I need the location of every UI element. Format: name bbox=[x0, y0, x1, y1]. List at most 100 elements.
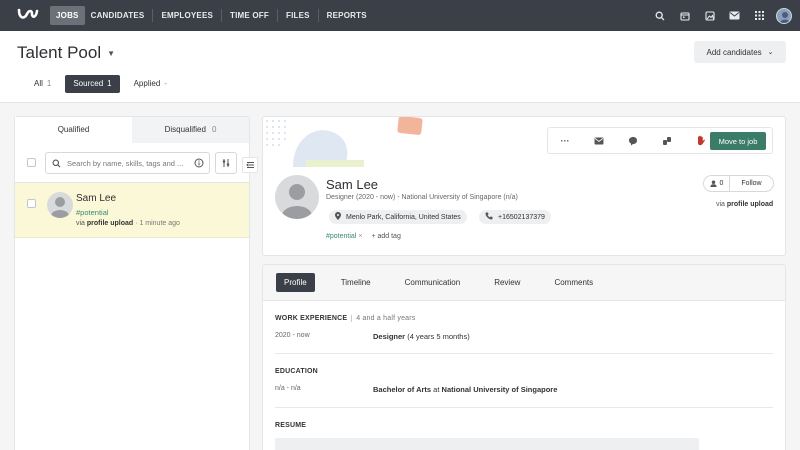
tab-qualified[interactable]: Qualified bbox=[15, 117, 132, 143]
info-icon[interactable] bbox=[194, 158, 204, 168]
collapse-panel-button[interactable] bbox=[242, 157, 258, 173]
more-options-button[interactable]: ··· bbox=[548, 127, 582, 154]
email-button[interactable] bbox=[582, 127, 616, 154]
profile-source: via profile upload bbox=[716, 201, 773, 208]
nav-divider bbox=[152, 9, 154, 22]
collapse-icon bbox=[245, 162, 254, 168]
tab-all-count: 1 bbox=[46, 79, 52, 88]
search-icon[interactable] bbox=[647, 0, 672, 31]
move-to-job-button[interactable]: Move to job bbox=[710, 132, 766, 150]
add-tag-button[interactable]: + add tag bbox=[371, 233, 400, 240]
candidate-time: 1 minute ago bbox=[139, 220, 180, 227]
location-text: Menlo Park, California, United States bbox=[346, 213, 461, 221]
hand-stop-icon bbox=[698, 135, 705, 146]
mail-icon[interactable] bbox=[722, 0, 747, 31]
candidate-source: via profile upload · 1 minute ago bbox=[76, 220, 180, 227]
tab-comments[interactable]: Comments bbox=[546, 273, 601, 292]
tab-review[interactable]: Review bbox=[486, 273, 528, 292]
comment-icon bbox=[629, 136, 637, 145]
nav-time-off[interactable]: TIME OFF bbox=[224, 6, 275, 25]
work-experience-heading: WORK EXPERIENCE 4 and a half years bbox=[275, 315, 416, 322]
top-nav-bar: JOBS CANDIDATES EMPLOYEES TIME OFF FILES… bbox=[0, 0, 800, 31]
apps-grid-icon[interactable] bbox=[747, 0, 772, 31]
workable-logo-icon[interactable] bbox=[16, 6, 40, 24]
nav-candidates[interactable]: CANDIDATES bbox=[85, 6, 151, 25]
decorative-banner bbox=[266, 117, 423, 167]
search-placeholder: Search by name, skills, tags and ... bbox=[67, 158, 184, 168]
via-source: profile upload bbox=[726, 201, 774, 208]
qualification-tabs: Qualified Disqualified 0 bbox=[15, 117, 249, 143]
remove-tag-icon[interactable]: × bbox=[358, 233, 362, 240]
separator-dot: · bbox=[135, 220, 138, 227]
more-options-icon: ··· bbox=[560, 135, 570, 146]
education-entry: Bachelor of Arts at National University … bbox=[373, 385, 557, 394]
via-source: profile upload bbox=[86, 220, 134, 227]
chevron-down-icon: ▼ bbox=[107, 48, 116, 58]
tab-all[interactable]: All 1 bbox=[30, 75, 55, 93]
phone-icon bbox=[485, 212, 493, 222]
follow-button[interactable]: Follow bbox=[730, 180, 773, 187]
page-title[interactable]: Talent Pool ▼ bbox=[17, 43, 115, 63]
search-input[interactable]: Search by name, skills, tags and ... bbox=[45, 152, 210, 174]
tab-sourced-label: Sourced bbox=[73, 79, 104, 88]
resume-preview[interactable] bbox=[275, 438, 699, 450]
nav-files[interactable]: FILES bbox=[280, 6, 316, 25]
tab-communication[interactable]: Communication bbox=[397, 273, 469, 292]
page-title-text: Talent Pool bbox=[17, 43, 102, 62]
education-date: n/a - n/a bbox=[275, 385, 301, 392]
location-chip: Menlo Park, California, United States bbox=[329, 210, 467, 224]
tab-disqualified-label: Disqualified bbox=[164, 125, 206, 134]
nav-jobs[interactable]: JOBS bbox=[50, 6, 85, 25]
sliders-icon bbox=[222, 159, 230, 167]
nav-divider bbox=[221, 9, 223, 22]
education-degree: Bachelor of Arts bbox=[373, 385, 432, 394]
tab-applied[interactable]: Applied - bbox=[130, 75, 171, 93]
profile-avatar bbox=[275, 175, 319, 219]
education-school: National University of Singapore bbox=[441, 385, 558, 394]
work-entry: Designer (4 years 5 months) bbox=[373, 332, 470, 341]
candidate-tag[interactable]: #potential bbox=[76, 208, 109, 217]
tab-disqualified[interactable]: Disqualified 0 bbox=[132, 117, 249, 143]
add-candidates-button[interactable]: Add candidates ⌄ bbox=[694, 41, 786, 63]
select-all-checkbox[interactable] bbox=[27, 158, 36, 167]
candidate-avatar bbox=[47, 192, 73, 218]
work-date: 2020 - now bbox=[275, 332, 310, 339]
person-icon bbox=[709, 180, 717, 187]
phone-chip[interactable]: +16502137379 bbox=[479, 210, 551, 224]
section-divider bbox=[275, 353, 773, 354]
profile-tabs: Profile Timeline Communication Review Co… bbox=[263, 265, 785, 301]
resume-heading: RESUME bbox=[275, 422, 307, 429]
tab-applied-count: - bbox=[164, 79, 167, 88]
filter-button[interactable] bbox=[215, 152, 237, 174]
follow-control: 0 Follow bbox=[703, 175, 774, 192]
top-utility-icons bbox=[647, 0, 800, 31]
image-icon[interactable] bbox=[697, 0, 722, 31]
followers-count-value: 0 bbox=[719, 180, 724, 187]
tab-timeline[interactable]: Timeline bbox=[333, 273, 379, 292]
profile-tag[interactable]: #potential bbox=[326, 233, 356, 240]
profile-action-bar: ··· Move to job bbox=[547, 127, 773, 154]
user-avatar[interactable] bbox=[776, 7, 792, 24]
tab-disqualified-count: 0 bbox=[211, 125, 217, 134]
phone-text: +16502137379 bbox=[498, 213, 545, 221]
profile-name: Sam Lee bbox=[326, 177, 379, 192]
tab-profile[interactable]: Profile bbox=[276, 273, 315, 292]
tab-sourced[interactable]: Sourced 1 bbox=[65, 75, 120, 93]
profile-tags: #potential × + add tag bbox=[326, 233, 401, 240]
swap-button[interactable] bbox=[650, 127, 684, 154]
followers-count[interactable]: 0 bbox=[704, 176, 730, 191]
comment-button[interactable] bbox=[616, 127, 650, 154]
pool-tabs: All 1 Sourced 1 Applied - bbox=[30, 75, 181, 93]
nav-divider bbox=[276, 9, 278, 22]
candidate-list-item[interactable]: Sam Lee #potential via profile upload · … bbox=[15, 183, 249, 238]
mail-icon bbox=[594, 136, 604, 145]
nav-reports[interactable]: REPORTS bbox=[321, 6, 373, 25]
search-row: Search by name, skills, tags and ... bbox=[15, 143, 249, 183]
calendar-icon[interactable] bbox=[672, 0, 697, 31]
section-divider bbox=[275, 407, 773, 408]
location-pin-icon bbox=[335, 212, 341, 222]
candidate-checkbox[interactable] bbox=[27, 199, 36, 208]
nav-divider bbox=[317, 9, 319, 22]
nav-employees[interactable]: EMPLOYEES bbox=[155, 6, 219, 25]
education-heading: EDUCATION bbox=[275, 368, 318, 375]
